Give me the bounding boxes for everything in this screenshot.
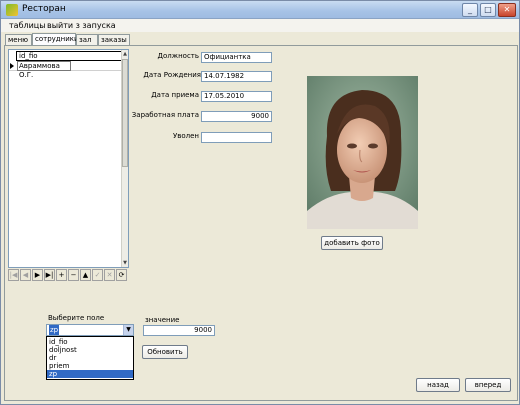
dropdown-option[interactable]: dr [47,354,133,362]
portrait-image [307,76,418,229]
nav-cancel-button[interactable]: ✕ [104,269,115,281]
scroll-thumb[interactable] [122,59,128,167]
app-window: Ресторан _ □ ✕ таблицы выйти з запуска м… [0,0,520,405]
staff-panel: id_fio Авраммова О.Г. ▲ ▼ |◀ ◀ ▶ ▶| + − … [4,45,518,401]
fired-label: Уволен [172,132,199,140]
window-title: Ресторан [22,4,66,14]
scroll-up-icon[interactable]: ▲ [122,50,128,58]
app-icon [6,4,18,16]
field-select-value: zp [49,325,60,335]
birth-date-label: Дата Рождения [143,71,201,79]
close-button[interactable]: ✕ [498,3,516,17]
db-navigator: |◀ ◀ ▶ ▶| + − ▲ ✓ ✕ ⟳ [8,269,129,282]
tab-hall[interactable]: зал [76,34,98,45]
grid-scrollbar[interactable]: ▲ ▼ [121,50,128,267]
birth-date-field[interactable]: 14.07.1982 [201,71,272,82]
value-field[interactable]: 9000 [143,325,215,336]
salary-label: Заработная плата [131,111,199,119]
dropdown-option[interactable]: id_fio [47,338,133,346]
forward-button[interactable]: вперед [465,378,511,392]
menu-tables[interactable]: таблицы [9,21,46,30]
position-field[interactable]: Официантка [201,52,272,63]
field-dropdown-list: id_fio doljnost dr priem zp [46,336,134,380]
row-indicator-icon [10,63,14,69]
hire-date-field[interactable]: 17.05.2010 [201,91,272,102]
position-label: Должность [157,52,199,60]
value-label: значение [145,316,180,324]
table-cell[interactable]: Авраммова О.Г. [17,61,71,79]
nav-post-button[interactable]: ✓ [92,269,103,281]
dropdown-option[interactable]: zp [47,370,133,378]
tab-orders[interactable]: заказы [98,34,130,45]
field-select[interactable]: zp ▼ [46,324,134,336]
chevron-down-icon[interactable]: ▼ [123,325,133,335]
dropdown-option[interactable]: doljnost [47,346,133,354]
scroll-down-icon[interactable]: ▼ [122,259,128,267]
nav-prior-button[interactable]: ◀ [20,269,31,281]
title-bar: Ресторан _ □ ✕ [1,1,519,19]
update-button[interactable]: Обновить [142,345,188,359]
nav-refresh-button[interactable]: ⟳ [116,269,127,281]
minimize-button[interactable]: _ [462,3,478,17]
nav-first-button[interactable]: |◀ [8,269,19,281]
nav-delete-button[interactable]: − [68,269,79,281]
employee-photo [307,76,418,229]
menu-exit[interactable]: выйти з запуска [47,21,116,30]
tab-menu[interactable]: меню [5,34,32,45]
nav-edit-button[interactable]: ▲ [80,269,91,281]
nav-insert-button[interactable]: + [56,269,67,281]
choose-field-label: Выберите поле [48,314,105,322]
dropdown-option[interactable]: priem [47,362,133,370]
maximize-button[interactable]: □ [480,3,496,17]
salary-field[interactable]: 9000 [201,111,272,122]
grid-column-header[interactable]: id_fio [16,51,124,61]
fired-field[interactable] [201,132,272,143]
staff-grid[interactable]: id_fio Авраммова О.Г. ▲ ▼ [8,49,129,268]
nav-last-button[interactable]: ▶| [44,269,55,281]
nav-next-button[interactable]: ▶ [32,269,43,281]
table-row[interactable]: Авраммова О.Г. [9,61,123,79]
menu-bar: таблицы выйти з запуска [1,19,519,32]
hire-date-label: Дата приема [151,91,199,99]
back-button[interactable]: назад [416,378,460,392]
add-photo-button[interactable]: добавить фото [321,236,383,250]
